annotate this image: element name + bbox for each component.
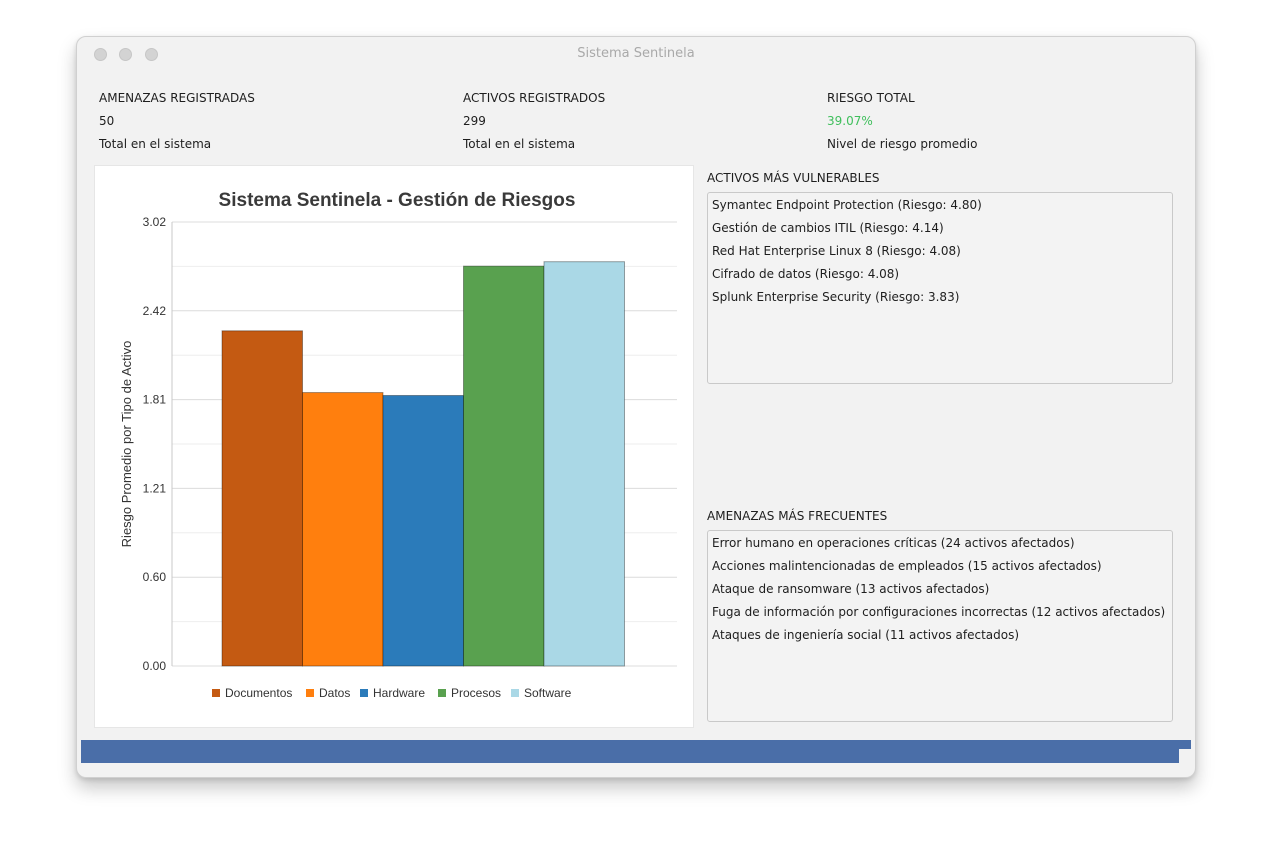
stat-total-risk-label: RIESGO TOTAL xyxy=(827,91,915,105)
list-item[interactable]: Cifrado de datos (Riesgo: 4.08) xyxy=(712,265,1168,288)
list-item[interactable]: Error humano en operaciones críticas (24… xyxy=(712,534,1168,557)
stat-threats-caption: Total en el sistema xyxy=(99,137,212,151)
legend-swatch xyxy=(212,689,220,697)
stat-assets: ACTIVOS REGISTRADOS 299 Total en el sist… xyxy=(463,89,605,158)
frequent-threats-list[interactable]: Error humano en operaciones críticas (24… xyxy=(707,530,1173,722)
list-item[interactable]: Fuga de información por configuraciones … xyxy=(712,603,1168,626)
bar-datos xyxy=(302,392,384,667)
list-item[interactable]: Acciones malintencionadas de empleados (… xyxy=(712,557,1168,580)
bar-procesos xyxy=(463,265,545,667)
vulnerable-assets-title: ACTIVOS MÁS VULNERABLES xyxy=(707,171,880,185)
bar-documentos xyxy=(221,330,303,667)
bar-software xyxy=(543,261,625,667)
legend-label: Documentos xyxy=(225,686,292,700)
frequent-threats-title: AMENAZAS MÁS FRECUENTES xyxy=(707,509,888,523)
window-title: Sistema Sentinela xyxy=(577,46,695,61)
stat-total-risk-value: 39.07% xyxy=(827,114,873,128)
y-tick-label: 1.81 xyxy=(143,393,167,407)
legend-swatch xyxy=(360,689,368,697)
list-item[interactable]: Ataque de ransomware (13 activos afectad… xyxy=(712,580,1168,603)
stat-assets-label: ACTIVOS REGISTRADOS xyxy=(463,91,606,105)
y-tick-label: 2.42 xyxy=(143,304,167,318)
status-bar xyxy=(81,740,1191,763)
y-tick-label: 0.00 xyxy=(143,659,167,673)
stat-assets-caption: Total en el sistema xyxy=(463,137,576,151)
legend-label: Datos xyxy=(319,686,350,700)
legend-swatch xyxy=(511,689,519,697)
y-axis-label: Riesgo Promedio por Tipo de Activo xyxy=(119,341,134,548)
list-item[interactable]: Red Hat Enterprise Linux 8 (Riesgo: 4.08… xyxy=(712,242,1168,265)
stat-threats-label: AMENAZAS REGISTRADAS xyxy=(99,91,255,105)
bar-hardware xyxy=(382,394,464,667)
title-bar[interactable]: Sistema Sentinela xyxy=(77,37,1195,71)
list-item[interactable]: Gestión de cambios ITIL (Riesgo: 4.14) xyxy=(712,219,1168,242)
stat-total-risk: RIESGO TOTAL 39.07% Nivel de riesgo prom… xyxy=(827,89,977,158)
risk-chart-panel: Sistema Sentinela - Gestión de Riesgos 0.… xyxy=(94,165,694,728)
list-item[interactable]: Ataques de ingeniería social (11 activos… xyxy=(712,626,1168,649)
app-window: Sistema Sentinela AMENAZAS REGISTRADAS 5… xyxy=(76,36,1196,778)
stat-threats: AMENAZAS REGISTRADAS 50 Total en el sist… xyxy=(99,89,255,158)
list-item[interactable]: Symantec Endpoint Protection (Riesgo: 4.… xyxy=(712,196,1168,219)
legend-label: Hardware xyxy=(373,686,425,700)
y-tick-label: 0.60 xyxy=(143,570,167,584)
list-item[interactable]: Splunk Enterprise Security (Riesgo: 3.83… xyxy=(712,288,1168,311)
vulnerable-assets-list[interactable]: Symantec Endpoint Protection (Riesgo: 4.… xyxy=(707,192,1173,384)
stat-assets-value: 299 xyxy=(463,114,486,128)
legend-swatch xyxy=(306,689,314,697)
legend-swatch xyxy=(438,689,446,697)
stat-threats-value: 50 xyxy=(99,114,115,128)
y-tick-label: 3.02 xyxy=(143,215,167,229)
risk-bar-chart: Sistema Sentinela - Gestión de Riesgos 0.… xyxy=(119,190,677,700)
chart-title: Sistema Sentinela - Gestión de Riesgos xyxy=(219,190,576,211)
legend-label: Procesos xyxy=(451,686,501,700)
y-tick-label: 1.21 xyxy=(143,481,167,495)
stat-total-risk-caption: Nivel de riesgo promedio xyxy=(827,137,978,151)
legend-label: Software xyxy=(524,686,572,700)
